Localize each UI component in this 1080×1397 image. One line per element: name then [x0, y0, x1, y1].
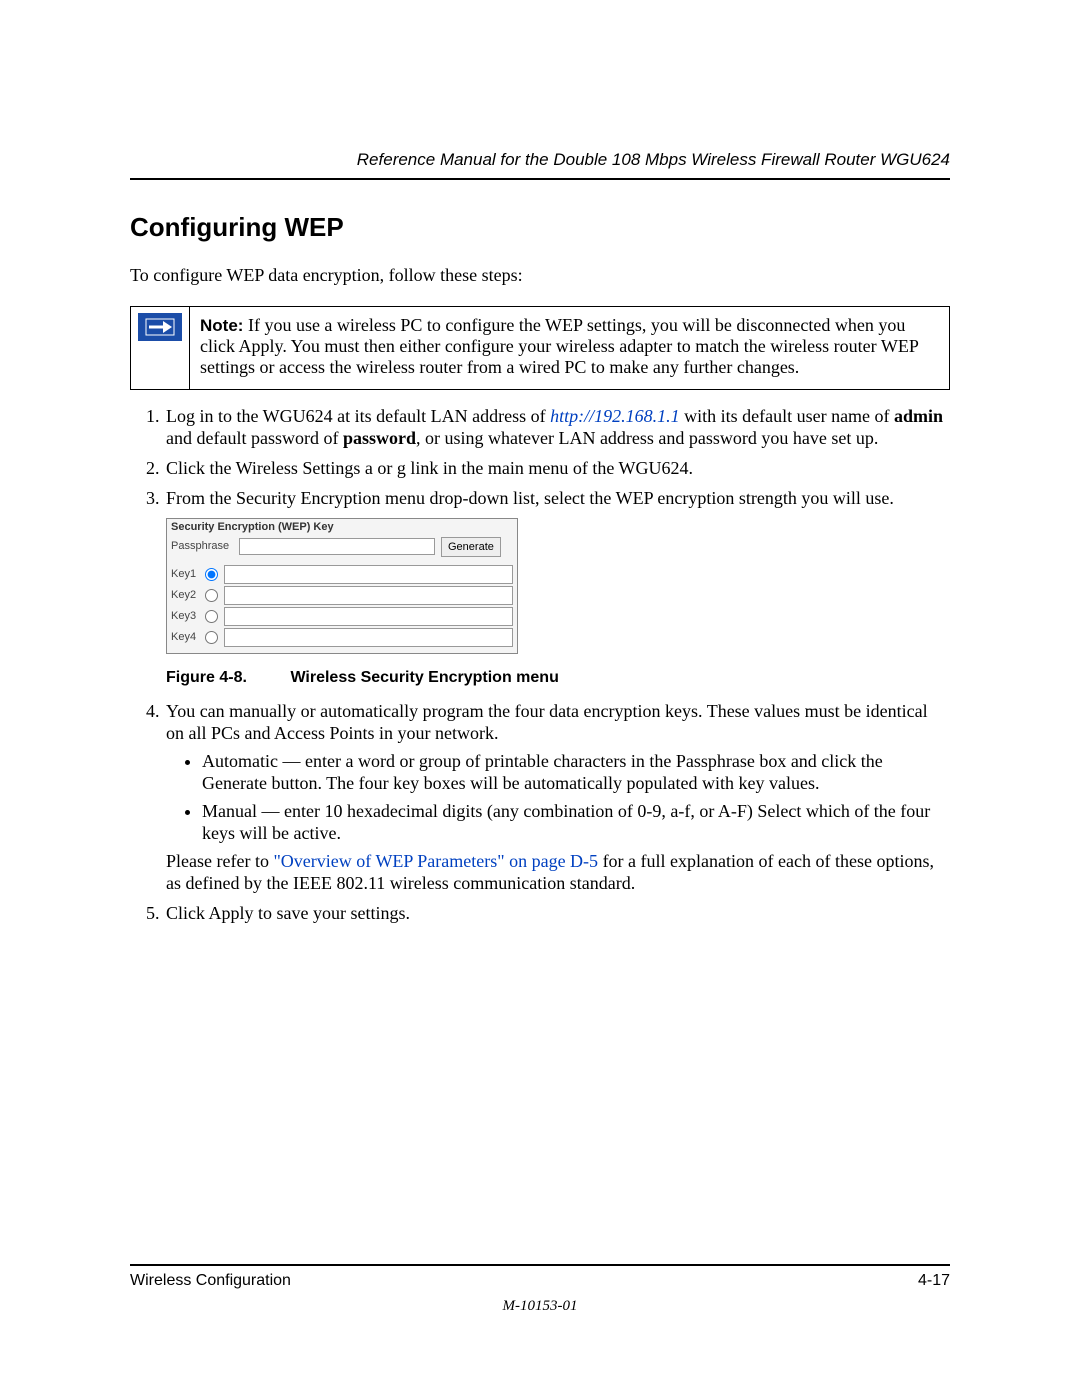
key4-label: Key4 [171, 631, 205, 644]
step-1-text-c: and default password of [166, 428, 343, 448]
generate-button[interactable]: Generate [441, 537, 501, 557]
step-4-refer: Please refer to "Overview of WEP Paramet… [166, 851, 950, 895]
key2-label: Key2 [171, 589, 205, 602]
wep-key-panel: Security Encryption (WEP) Key Passphrase… [166, 518, 518, 654]
note-text: Note: If you use a wireless PC to config… [190, 307, 949, 389]
figure-4-8: Security Encryption (WEP) Key Passphrase… [166, 518, 950, 688]
key3-row: Key3 [171, 607, 513, 626]
passphrase-row: Passphrase Generate [171, 537, 513, 557]
key1-row: Key1 [171, 565, 513, 584]
key1-label: Key1 [171, 568, 205, 581]
manual-page: Reference Manual for the Double 108 Mbps… [0, 0, 1080, 1397]
arrow-right-icon [138, 313, 182, 341]
steps-list: Log in to the WGU624 at its default LAN … [130, 406, 950, 925]
key2-radio[interactable] [205, 589, 218, 602]
key4-radio[interactable] [205, 631, 218, 644]
figure-caption-text: Wireless Security Encryption menu [290, 669, 558, 686]
refer-pre: Please refer to [166, 851, 273, 871]
key3-radio[interactable] [205, 610, 218, 623]
key3-input[interactable] [224, 607, 513, 626]
default-lan-link[interactable]: http://192.168.1.1 [550, 406, 680, 426]
footer-doc-id: M-10153-01 [130, 1298, 950, 1315]
passphrase-label: Passphrase [171, 540, 239, 553]
note-box: Note: If you use a wireless PC to config… [130, 306, 950, 390]
step-1-text-b: with its default user name of [680, 406, 894, 426]
wep-panel-title: Security Encryption (WEP) Key [171, 521, 513, 534]
step-4-bullets: Automatic — enter a word or group of pri… [184, 751, 950, 845]
step-5: Click Apply to save your settings. [164, 903, 950, 925]
step-2: Click the Wireless Settings a or g link … [164, 458, 950, 480]
bullet-manual: Manual — enter 10 hexadecimal digits (an… [202, 801, 950, 845]
passphrase-input[interactable] [239, 538, 435, 555]
figure-caption: Figure 4-8. Wireless Security Encryption… [166, 668, 950, 688]
running-header: Reference Manual for the Double 108 Mbps… [130, 150, 950, 180]
step-1-password: password [343, 428, 416, 448]
note-body: If you use a wireless PC to configure th… [200, 315, 918, 377]
key4-row: Key4 [171, 628, 513, 647]
key1-radio[interactable] [205, 568, 218, 581]
step-3: From the Security Encryption menu drop-d… [164, 488, 950, 688]
figure-number: Figure 4-8. [166, 668, 286, 688]
step-3-text: From the Security Encryption menu drop-d… [166, 488, 894, 508]
footer-page-number: 4-17 [918, 1272, 950, 1290]
intro-paragraph: To configure WEP data encryption, follow… [130, 265, 950, 286]
note-icon-cell [131, 307, 190, 389]
wep-overview-xref[interactable]: "Overview of WEP Parameters" on page D-5 [273, 851, 598, 871]
step-1-text-a: Log in to the WGU624 at its default LAN … [166, 406, 550, 426]
step-4-lead: You can manually or automatically progra… [166, 701, 928, 743]
footer-section-name: Wireless Configuration [130, 1272, 291, 1290]
key2-input[interactable] [224, 586, 513, 605]
bullet-automatic: Automatic — enter a word or group of pri… [202, 751, 950, 795]
key3-label: Key3 [171, 610, 205, 623]
key2-row: Key2 [171, 586, 513, 605]
section-title: Configuring WEP [130, 212, 950, 243]
step-1-admin: admin [894, 406, 943, 426]
step-1: Log in to the WGU624 at its default LAN … [164, 406, 950, 450]
key4-input[interactable] [224, 628, 513, 647]
step-4: You can manually or automatically progra… [164, 701, 950, 895]
key1-input[interactable] [224, 565, 513, 584]
note-label: Note: [200, 316, 243, 335]
page-footer: Wireless Configuration 4-17 M-10153-01 [130, 1264, 950, 1315]
step-1-text-d: , or using whatever LAN address and pass… [416, 428, 878, 448]
